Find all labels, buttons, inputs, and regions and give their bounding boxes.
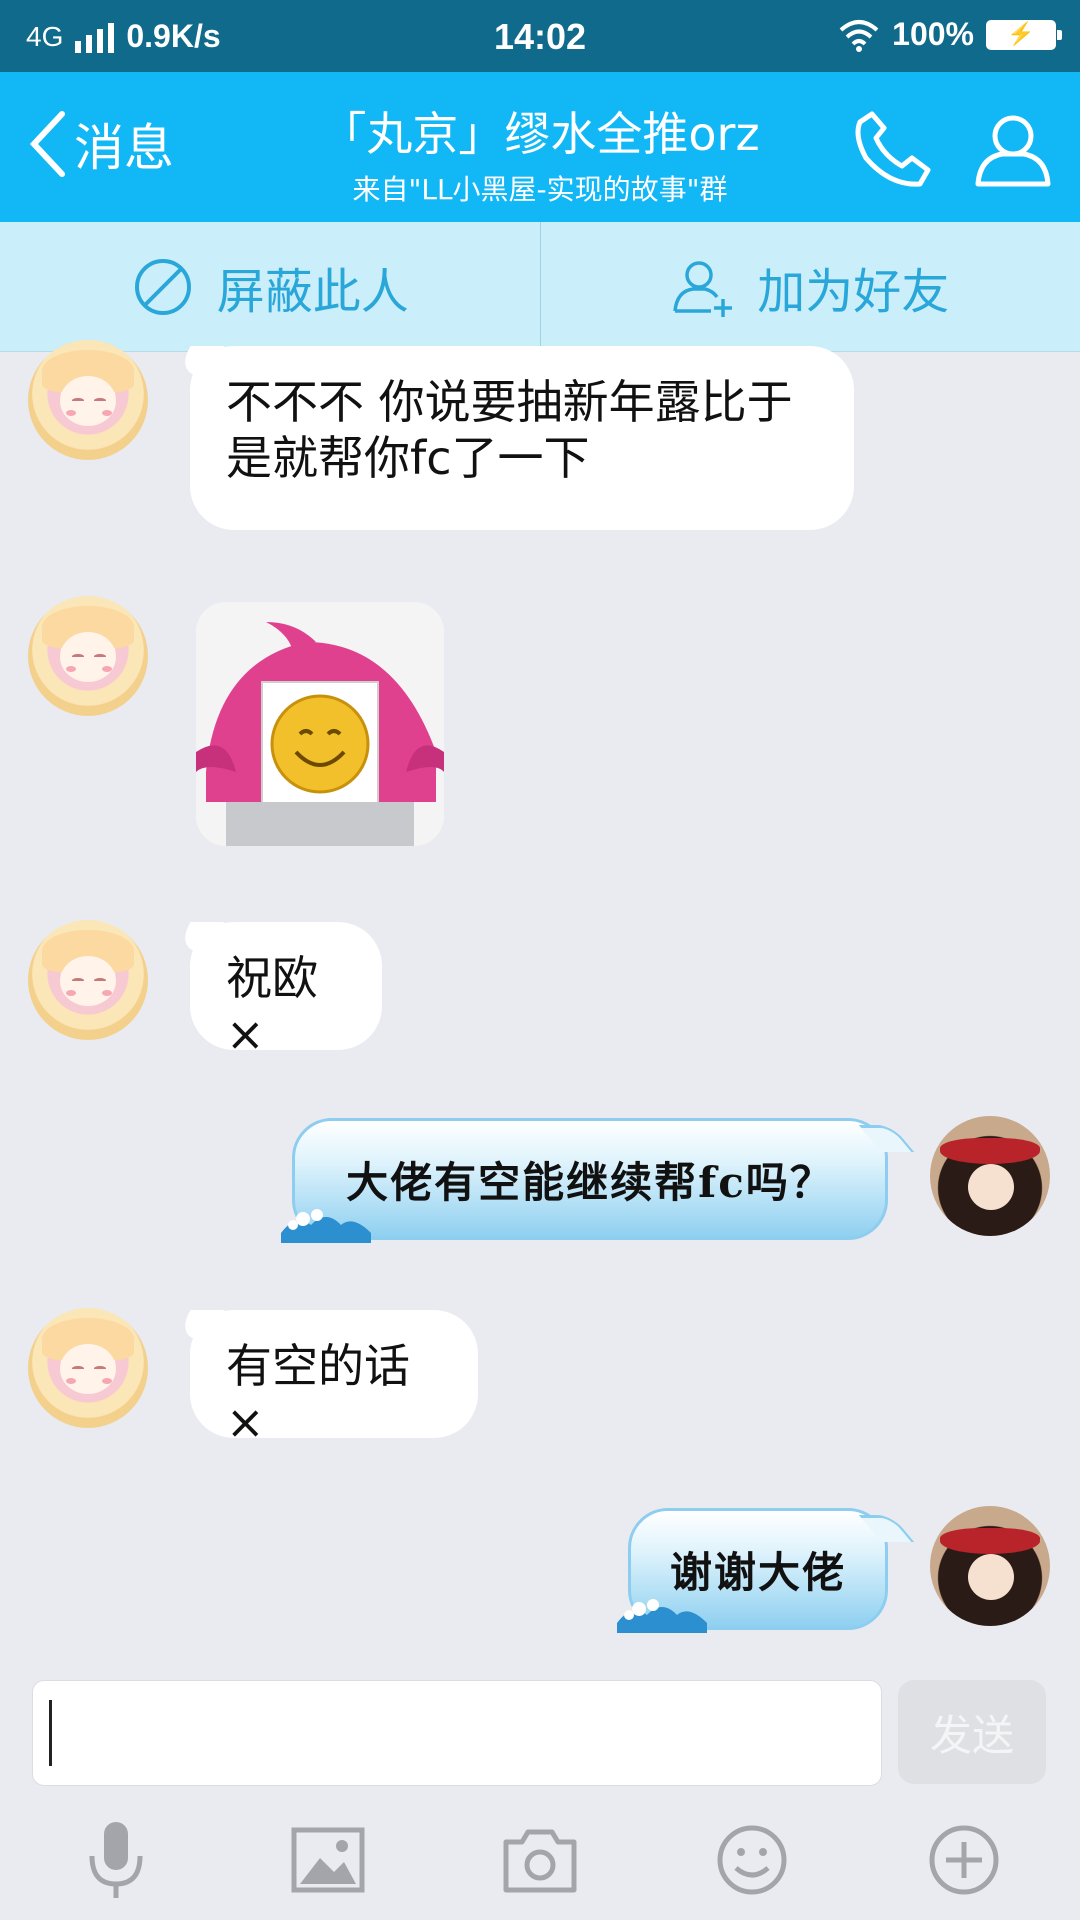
add-friend-label: 加为好友 (757, 263, 950, 320)
phone-icon[interactable] (850, 106, 936, 192)
chevron-left-icon (29, 111, 65, 177)
chat-title-block: 「丸京」缪水全推orz 来自"LL小黑屋-实现的故事"群 (300, 98, 780, 208)
add-friend-button[interactable]: 加为好友 (541, 222, 1080, 351)
wave-decoration (281, 1209, 371, 1243)
camera-icon[interactable] (498, 1818, 582, 1902)
profile-icon[interactable] (970, 106, 1056, 192)
self-avatar[interactable] (930, 1116, 1050, 1236)
avatar[interactable] (28, 596, 148, 716)
battery-percent: 100% (892, 16, 974, 52)
back-button[interactable]: 消息 (24, 108, 174, 180)
block-icon (134, 258, 191, 315)
block-user-button[interactable]: 屏蔽此人 (0, 222, 541, 351)
avatar[interactable] (28, 1308, 148, 1428)
emoji-icon[interactable] (710, 1818, 794, 1902)
plus-icon[interactable] (922, 1818, 1006, 1902)
chat-header: 消息 「丸京」缪水全推orz 来自"LL小黑屋-实现的故事"群 (0, 72, 1080, 222)
chat-title: 「丸京」缪水全推orz (320, 107, 760, 161)
message-input[interactable] (32, 1680, 882, 1786)
microphone-icon[interactable] (74, 1818, 158, 1902)
block-user-label: 屏蔽此人 (216, 263, 409, 320)
sticker-image[interactable] (196, 602, 444, 846)
back-label: 消息 (74, 119, 174, 177)
self-avatar[interactable] (930, 1506, 1050, 1626)
input-bar: 发送 (0, 1670, 1080, 1920)
avatar[interactable] (28, 340, 148, 460)
add-friend-icon (673, 260, 733, 317)
text-caret (49, 1700, 52, 1766)
image-icon[interactable] (286, 1818, 370, 1902)
message-text: 谢谢大佬 (669, 1547, 846, 1597)
message-bubble[interactable]: 祝欧× (190, 922, 382, 1061)
wave-decoration (617, 1599, 707, 1633)
message-bubble-self[interactable]: 大佬有空能继续帮fc吗？ (281, 1118, 888, 1243)
message-text: 大佬有空能继续帮fc吗？ (346, 1157, 834, 1207)
wifi-icon (839, 19, 879, 52)
stranger-action-bar: 屏蔽此人 加为好友 (0, 222, 1080, 352)
message-bubble[interactable]: 不不不 你说要抽新年露比于 是就帮你fc了一下 (190, 346, 854, 530)
send-button[interactable]: 发送 (898, 1680, 1046, 1784)
battery-icon: ⚡ (986, 19, 1062, 50)
avatar[interactable] (28, 920, 148, 1040)
message-bubble[interactable]: 有空的话× (190, 1310, 478, 1449)
chat-subtitle: 来自"LL小黑屋-实现的故事"群 (352, 173, 728, 206)
status-bar: 4G 0.9K/s 14:02 100% ⚡ (0, 0, 1080, 72)
message-bubble-self[interactable]: 谢谢大佬 (617, 1508, 888, 1633)
